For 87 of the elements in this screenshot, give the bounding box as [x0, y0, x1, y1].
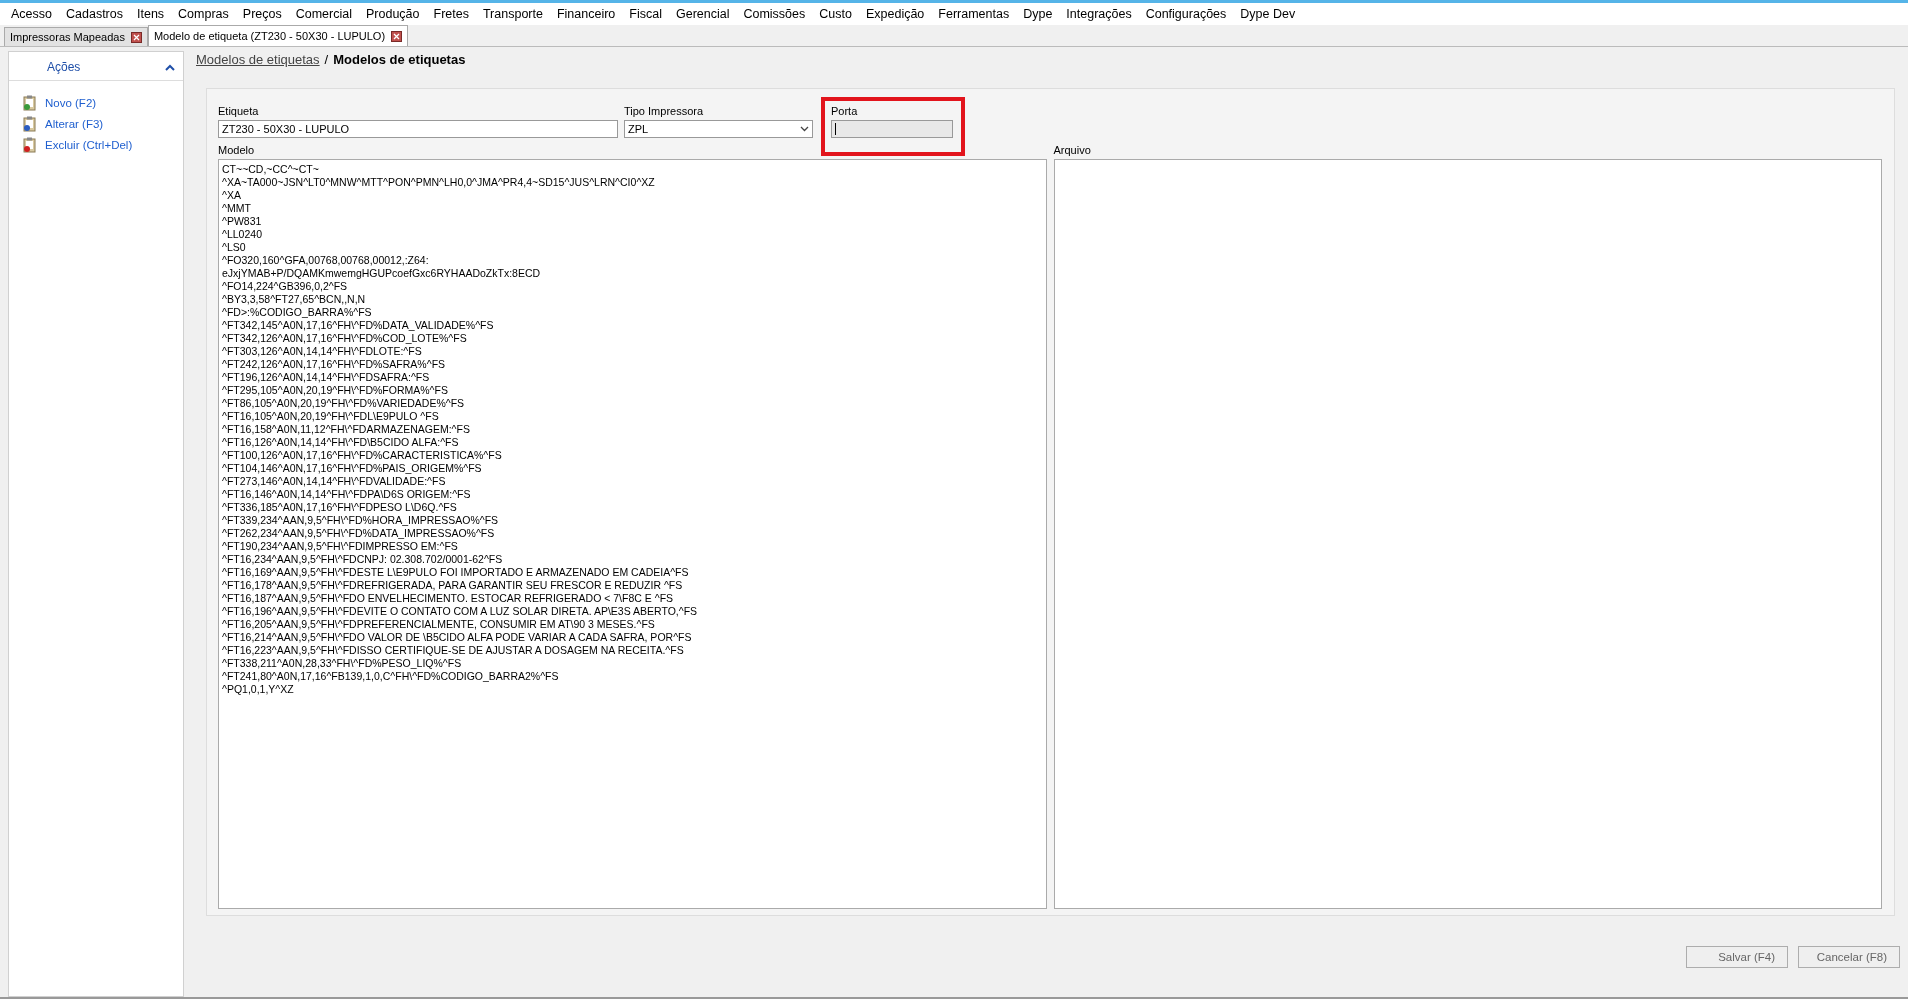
field-label: Etiqueta	[218, 105, 260, 117]
menu-item[interactable]: Dype Dev	[1233, 7, 1303, 21]
code-line: ^FT16,187^AAN,9,5^FH\^FDO ENVELHECIMENTO. ESTOCAR REFRIGERADO < 7\F8C E ^FS	[222, 592, 675, 605]
menu-item[interactable]: Fretes	[426, 7, 476, 21]
menu-item[interactable]: Custo	[812, 7, 859, 21]
clipboard-icon	[23, 137, 37, 153]
clipboard-icon	[23, 116, 37, 132]
menu-item[interactable]: Financeiro	[549, 7, 623, 21]
code-line: ^FT241,80^A0N,17,16^FB139,1,0,C^FH\^FD%CODIGO_BARRA2%^FS	[222, 670, 560, 683]
code-line: ^FT16,105^A0N,20,19^FH\^FDL\E9PULO ^FS	[222, 410, 440, 423]
code-line: ^FT303,126^A0N,14,14^FH\^FDLOTE:^FS	[222, 345, 423, 358]
code-line: ^FT342,126^A0N,17,16^FH\^FD%COD_LOTE%^FS	[222, 332, 468, 345]
code-line: ^FT16,169^AAN,9,5^FH\^FDESTE L\E9PULO FOI IMPORTADO E ARMAZENADO EM CADEIA^FS	[222, 566, 690, 579]
menu-item[interactable]: Cadastros	[59, 7, 130, 21]
action-link[interactable]: Excluir (Ctrl+Del)	[45, 139, 133, 151]
action-button[interactable]: Cancelar (F8)	[1798, 946, 1900, 968]
code-line: ^FT86,105^A0N,20,19^FH\^FD%VARIEDADE%^FS	[222, 397, 466, 410]
tab[interactable]: Modelo de etiqueta (ZT230 - 50X30 - LUPULO)	[147, 25, 409, 46]
field-label: Arquivo	[1053, 144, 1092, 156]
action-link[interactable]: Novo (F2)	[45, 97, 97, 109]
code-line: ^BY3,3,58^FT27,65^BCN,,N,N	[222, 293, 367, 306]
caret-icon[interactable]	[800, 126, 809, 132]
code-line: ^FT338,211^A0N,28,33^FH\^FD%PESO_LIQ%^FS	[222, 657, 463, 670]
section-title: Ações	[47, 60, 81, 74]
action-button[interactable]: Salvar (F4)	[1686, 946, 1788, 968]
code-line: ^FT16,214^AAN,9,5^FH\^FDO VALOR DE \B5CIDO ALFA PODE VARIAR A CADA SAFRA, POR^FS	[222, 631, 693, 644]
code-line: ^FD>:%CODIGO_BARRA%^FS	[222, 306, 373, 319]
code-line: ^FT100,126^A0N,17,16^FH\^FD%CARACTERISTICA%^FS	[222, 449, 503, 462]
code-line: ^FT336,185^A0N,17,16^FH\^FDPESO L\D6Q.^FS	[222, 501, 458, 514]
code-line: ^FT295,105^A0N,20,19^FH\^FD%FORMA%^FS	[222, 384, 449, 397]
menu-item[interactable]: Transporte	[475, 7, 550, 21]
menu-item[interactable]: Integrações	[1059, 7, 1139, 21]
input-field[interactable]: ZT230 - 50X30 - LUPULO	[218, 120, 618, 138]
dropdown-field[interactable]: ZPL	[624, 120, 813, 138]
code-line: ^FT16,196^AAN,9,5^FH\^FDEVITE O CONTATO COM A LUZ SOLAR DIRETA. AP\E3S ABERTO,^FS	[222, 605, 699, 618]
close-icon[interactable]	[130, 31, 142, 43]
code-line: ^MMT	[222, 202, 252, 215]
close-icon[interactable]	[391, 30, 403, 42]
menu-item[interactable]: Compras	[171, 7, 236, 21]
code-line: eJxjYMAB+P/DQAMKmwemgHGUPcoefGxc6RYHAADoZkTx:8ECD	[222, 267, 542, 280]
code-line: ^FT16,126^A0N,14,14^FH\^FD\B5CIDO ALFA:^FS	[222, 436, 460, 449]
code-line: ^FT104,146^A0N,17,16^FH\^FD%PAIS_ORIGEM%^FS	[222, 462, 483, 475]
code-line: ^FO320,160^GFA,00768,00768,00012,:Z64:	[222, 254, 430, 267]
code-line: ^PW831	[222, 215, 263, 228]
menu-item[interactable]: Fiscal	[622, 7, 669, 21]
menu-item[interactable]: Gerencial	[668, 7, 737, 21]
menu-item[interactable]: Produção	[359, 7, 427, 21]
menu-item[interactable]: Configurações	[1138, 7, 1234, 21]
menu-item[interactable]: Acesso	[4, 7, 59, 21]
code-line: ^FT190,234^AAN,9,5^FH\^FDIMPRESSO EM:^FS	[222, 540, 459, 553]
breadcrumb-link[interactable]: Modelos de etiquetas	[196, 52, 320, 67]
code-line: ^XA~TA000~JSN^LT0^MNW^MTT^PON^PMN^LH0,0^JMA^PR4,4~SD15^JUS^LRN^CI0^XZ	[222, 176, 656, 189]
menu-item[interactable]: Comissões	[736, 7, 813, 21]
text-area[interactable]	[218, 159, 1047, 909]
field-label: Porta	[831, 105, 859, 117]
menu-item[interactable]: Itens	[130, 7, 172, 21]
code-line: ^LL0240	[222, 228, 263, 241]
code-line: ^FT342,145^A0N,17,16^FH\^FD%DATA_VALIDADE%^FS	[222, 319, 495, 332]
page-title: Modelos de etiquetas	[333, 52, 466, 67]
field-label: Modelo	[218, 144, 256, 156]
menu-item[interactable]: Comercial	[288, 7, 359, 21]
code-line: ^LS0	[222, 241, 247, 254]
chevron-icon[interactable]	[165, 63, 175, 71]
code-line: CT~~CD,~CC^~CT~	[222, 163, 320, 176]
code-line: ^FT16,158^A0N,11,12^FH\^FDARMAZENAGEM:^FS	[222, 423, 471, 436]
code-line: ^FT16,146^A0N,14,14^FH\^FDPA\D6S ORIGEM:^FS	[222, 488, 472, 501]
action-link[interactable]: Alterar (F3)	[45, 118, 104, 130]
code-line: ^FO14,224^GB396,0,2^FS	[222, 280, 349, 293]
code-line: ^FT242,126^A0N,17,16^FH\^FD%SAFRA%^FS	[222, 358, 447, 371]
code-line: ^FT16,223^AAN,9,5^FH\^FDISSO CERTIFIQUE-SE DE AJUSTAR A DOSAGEM NA RECEITA.^FS	[222, 644, 685, 657]
menu-item[interactable]: Dype	[1016, 7, 1060, 21]
code-line: ^FT262,234^AAN,9,5^FH\^FD%DATA_IMPRESSAO%^FS	[222, 527, 496, 540]
code-line: ^FT339,234^AAN,9,5^FH\^FD%HORA_IMPRESSAO%^FS	[222, 514, 500, 527]
breadcrumb-separator: /	[324, 52, 329, 67]
code-line: ^PQ1,0,1,Y^XZ	[222, 683, 295, 696]
code-line: ^FT16,205^AAN,9,5^FH\^FDPREFERENCIALMENTE, CONSUMIR EM AT\90 3 MESES.^FS	[222, 618, 656, 631]
code-line: ^FT16,178^AAN,9,5^FH\^FDREFRIGERADA, PARA GARANTIR SEU FRESCOR E REDUZIR ^FS	[222, 579, 684, 592]
tab[interactable]: Impressoras Mapeadas	[4, 27, 148, 46]
code-line: ^FT196,126^A0N,14,14^FH\^FDSAFRA:^FS	[222, 371, 431, 384]
menu-item[interactable]: Preços	[235, 7, 289, 21]
field-label: Tipo Impressora	[624, 105, 705, 117]
clipboard-icon	[23, 95, 37, 111]
code-line: ^XA	[222, 189, 242, 202]
menu-item[interactable]: Ferramentas	[931, 7, 1017, 21]
menu-item[interactable]: Expedição	[858, 7, 932, 21]
code-line: ^FT16,234^AAN,9,5^FH\^FDCNPJ: 02.308.702/0001-62^FS	[222, 553, 504, 566]
code-line: ^FT273,146^A0N,14,14^FH\^FDVALIDADE:^FS	[222, 475, 447, 488]
